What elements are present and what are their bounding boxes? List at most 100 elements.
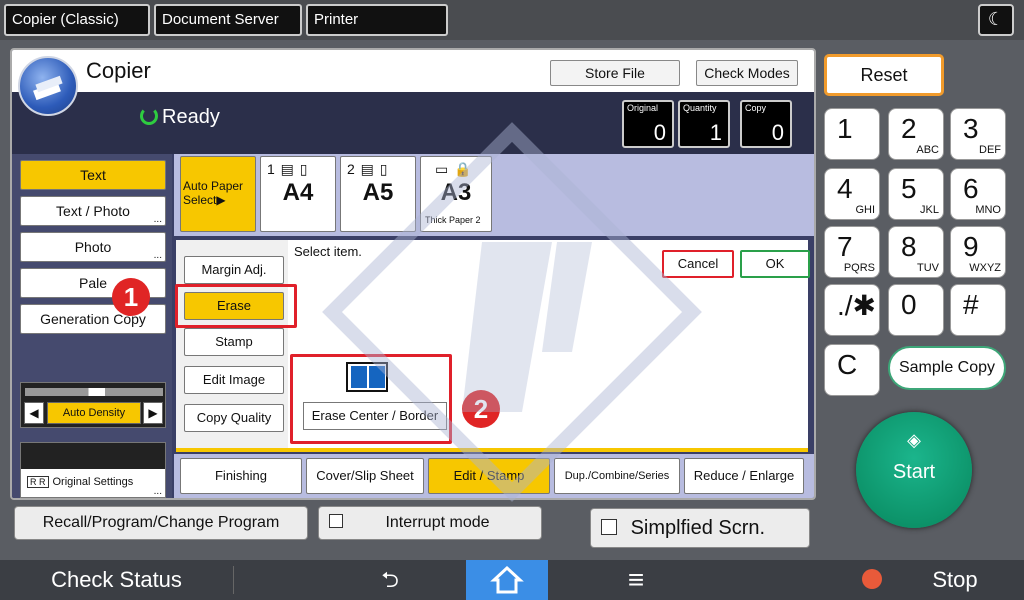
auto-density-button[interactable]: Auto Density — [47, 402, 141, 424]
key-8[interactable]: 8 TUV — [888, 226, 944, 278]
key-0[interactable]: 0 — [888, 284, 944, 336]
tab-cover-slip-sheet[interactable]: Cover/Slip Sheet — [306, 458, 424, 494]
key-4[interactable]: 4 GHI — [824, 168, 880, 220]
original-settings-box: R R Original Settings... — [20, 442, 166, 498]
density-scale — [25, 388, 163, 396]
start-icon: ◈ — [907, 430, 921, 450]
ok-button[interactable]: OK — [740, 250, 810, 278]
mode-text-button[interactable]: Text — [20, 160, 166, 190]
tab-edit-stamp[interactable]: Edit / Stamp — [428, 458, 550, 494]
footer-divider — [233, 566, 234, 594]
top-tab-bar: Copier (Classic) Document Server Printer… — [0, 0, 1024, 40]
density-control: ◀ Auto Density ▶ — [20, 382, 166, 428]
simplified-screen-button[interactable]: Simplfied Scrn. — [590, 508, 810, 548]
select-item-prompt: Select item. — [294, 244, 362, 259]
moon-icon[interactable]: ☾ — [978, 4, 1014, 36]
key-star[interactable]: ./✱ — [824, 284, 880, 336]
back-icon[interactable]: ⮌ — [360, 560, 420, 600]
paper-size: A4 — [282, 179, 314, 206]
interrupt-label: Interrupt mode — [385, 514, 490, 531]
store-file-button[interactable]: Store File — [550, 60, 680, 86]
status-row: Ready Original 0 Quantity 1 Copy 0 — [12, 92, 814, 154]
page-title: Copier — [86, 58, 151, 83]
more-dots: ... — [153, 486, 162, 497]
sample-copy-button[interactable]: Sample Copy — [888, 346, 1006, 390]
key-number: 4 — [837, 173, 853, 204]
original-type-column: Text Text / Photo... Photo... Pale Gener… — [12, 154, 172, 498]
menu-icon[interactable]: ≡ — [606, 560, 666, 600]
ready-label: Ready — [162, 106, 220, 128]
tab-reduce-enlarge[interactable]: Reduce / Enlarge — [684, 458, 804, 494]
step-badge-1: 1 — [112, 278, 150, 316]
key-1[interactable]: 1 — [824, 108, 880, 160]
check-status-button[interactable]: Check Status — [0, 560, 233, 600]
tray-1-a4-button[interactable]: 1 ▤ ▯ A4 — [260, 156, 336, 232]
density-lighter-button[interactable]: ◀ — [24, 402, 44, 424]
recall-program-button[interactable]: Recall/Program/Change Program — [14, 506, 308, 540]
tab-printer[interactable]: Printer — [306, 4, 448, 36]
copy-counter: Copy 0 — [740, 100, 792, 148]
key-number: 3 — [963, 113, 979, 144]
tab-document-server[interactable]: Document Server — [154, 4, 302, 36]
tray-2-a5-button[interactable]: 2 ▤ ▯ A5 — [340, 156, 416, 232]
simplified-label: Simplfied Scrn. — [630, 517, 766, 539]
tab-dup-combine-series[interactable]: Dup./Combine/Series — [554, 458, 680, 494]
auto-paper-label: Auto Paper Select▶ — [183, 179, 244, 207]
mode-text-photo-button[interactable]: Text / Photo... — [20, 196, 166, 226]
key-5[interactable]: 5 JKL — [888, 168, 944, 220]
counter-label: Original — [627, 103, 659, 113]
key-letters: JKL — [920, 204, 939, 216]
key-6[interactable]: 6 MNO — [950, 168, 1006, 220]
original-settings-label: Original Settings — [52, 476, 134, 488]
tray-label: ▭ 🔒 — [435, 161, 473, 177]
cancel-button[interactable]: Cancel — [662, 250, 734, 278]
key-9[interactable]: 9 WXYZ — [950, 226, 1006, 278]
more-dots: ... — [153, 250, 162, 261]
key-7[interactable]: 7 PQRS — [824, 226, 880, 278]
home-icon — [490, 565, 524, 594]
key-letters: DEF — [979, 144, 1001, 156]
interrupt-mode-button[interactable]: Interrupt mode — [318, 506, 542, 540]
key-letters: MNO — [975, 204, 1001, 216]
counter-value: 1 — [709, 120, 722, 145]
copy-quality-button[interactable]: Copy Quality — [184, 404, 284, 432]
reset-button[interactable]: Reset — [824, 54, 944, 96]
key-number: 1 — [837, 113, 853, 144]
auto-paper-select-button[interactable]: Auto Paper Select▶ — [180, 156, 256, 232]
check-modes-button[interactable]: Check Modes — [696, 60, 798, 86]
ready-status: Ready — [140, 106, 220, 129]
key-c[interactable]: C — [824, 344, 880, 396]
key-letters: WXYZ — [969, 262, 1001, 274]
key-letters: GHI — [855, 204, 875, 216]
tray-label: 2 ▤ ▯ — [347, 161, 389, 177]
edit-image-button[interactable]: Edit Image — [184, 366, 284, 394]
start-label: Start — [892, 461, 936, 483]
density-darker-button[interactable]: ▶ — [143, 402, 163, 424]
key-number: 8 — [901, 231, 917, 262]
margin-adj-button[interactable]: Margin Adj. — [184, 256, 284, 284]
stop-icon — [862, 569, 883, 589]
counter-label: Copy — [745, 103, 767, 113]
stamp-button[interactable]: Stamp — [184, 328, 284, 356]
key-2[interactable]: 2 ABC — [888, 108, 944, 160]
function-tabs: Finishing Cover/Slip Sheet Edit / Stamp … — [174, 454, 814, 498]
bypass-a3-button[interactable]: ▭ 🔒 A3 Thick Paper 2 — [420, 156, 492, 232]
key-hash[interactable]: # — [950, 284, 1006, 336]
step-badge-2: 2 — [462, 390, 500, 428]
key-number: 5 — [901, 173, 917, 204]
erase-center-border-highlight-box — [290, 354, 452, 444]
home-button[interactable] — [466, 560, 548, 600]
original-settings-icon: R R — [27, 476, 49, 488]
stop-button[interactable]: Stop — [816, 560, 1024, 600]
tab-copier-classic[interactable]: Copier (Classic) — [4, 4, 150, 36]
mode-photo-button[interactable]: Photo... — [20, 232, 166, 262]
original-settings-button[interactable]: R R Original Settings... — [21, 469, 165, 497]
key-3[interactable]: 3 DEF — [950, 108, 1006, 160]
start-button[interactable]: ◈ Start — [856, 412, 972, 528]
copier-header: Copier Store File Check Modes — [12, 50, 814, 92]
key-number: 2 — [901, 113, 917, 144]
key-letters: TUV — [917, 262, 939, 274]
counter-label: Quantity — [683, 103, 717, 113]
simplified-checkbox — [601, 519, 617, 535]
tab-finishing[interactable]: Finishing — [180, 458, 302, 494]
